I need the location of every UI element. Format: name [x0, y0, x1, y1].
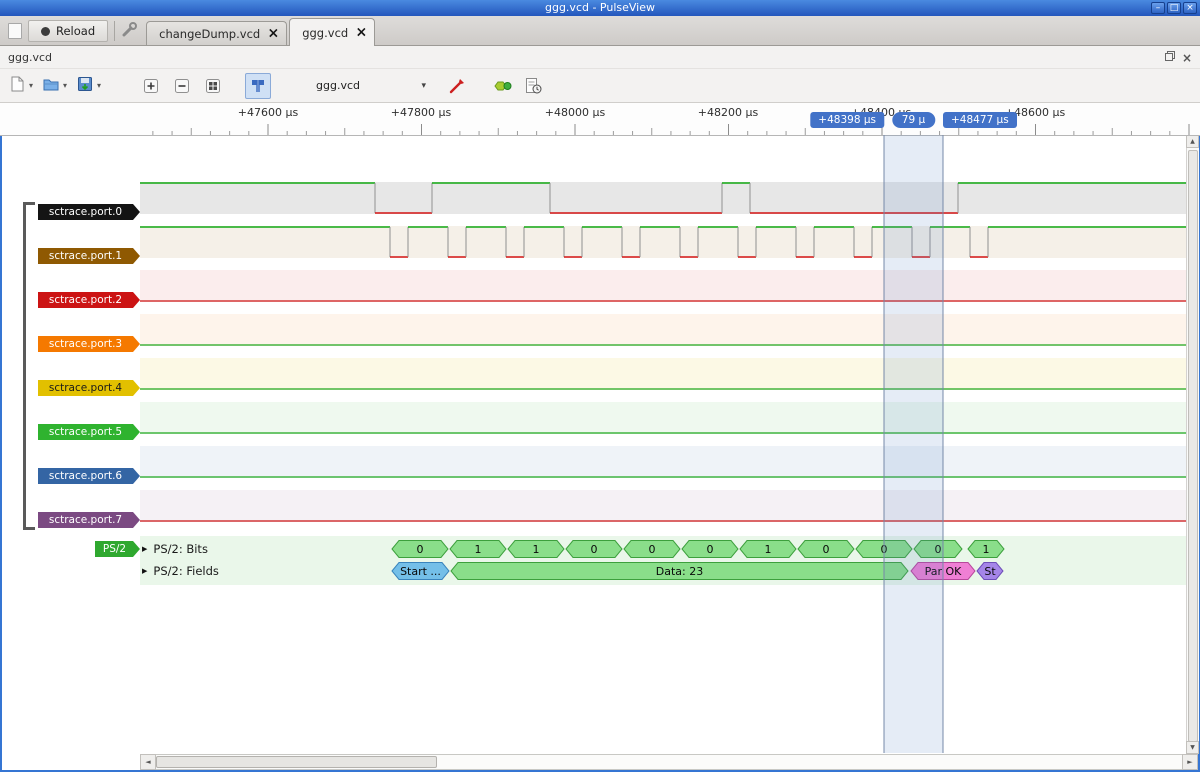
pulseview-window: ggg.vcd - PulseView – □ × Reload changeD… — [0, 0, 1200, 772]
session-file-name: ggg.vcd — [316, 79, 360, 92]
tab-bar: Reload changeDump.vcd × ggg.vcd × — [0, 16, 1200, 45]
vscrollbar-handle[interactable] — [1188, 150, 1198, 742]
reload-button[interactable]: Reload — [28, 20, 108, 42]
reload-label: Reload — [56, 24, 95, 38]
trace-view[interactable] — [140, 135, 1186, 753]
protocol-markers-button[interactable] — [520, 73, 546, 99]
cursor-duration-badge[interactable]: 79 µ — [892, 112, 935, 128]
save-file-button[interactable]: ▾ — [76, 75, 104, 96]
vscrollbar-track[interactable] — [1186, 148, 1199, 741]
chevron-down-icon[interactable]: ▾ — [94, 81, 104, 90]
chevron-down-icon: ▾ — [421, 81, 426, 91]
document-icon — [8, 23, 22, 39]
wrench-icon[interactable] — [121, 21, 138, 41]
new-session-button[interactable]: ▾ — [8, 75, 36, 96]
dock-close-icon[interactable]: × — [1182, 52, 1192, 64]
tab-strip: changeDump.vcd × ggg.vcd × — [146, 16, 377, 45]
minimize-button[interactable]: – — [1151, 2, 1165, 14]
main-toolbar: ▾ ▾ ▾ ggg.vcd ▾ — [0, 68, 1200, 103]
scroll-right-icon: ► — [1187, 758, 1192, 766]
reload-icon — [41, 27, 50, 36]
decoder-row-label: PS/2: Bits — [153, 542, 208, 556]
add-decoder-button[interactable] — [489, 73, 515, 99]
chevron-down-icon[interactable]: ▾ — [26, 81, 36, 90]
horizontal-scrollbar[interactable]: ◄ ► — [140, 754, 1198, 770]
decoder-row-PS/2: Fields[interactable]: ▶PS/2: Fields — [142, 563, 219, 579]
decoder-tag[interactable]: PS/2 — [95, 541, 140, 557]
dock-float-icon[interactable] — [1164, 50, 1176, 65]
window-controls: – □ × — [1151, 2, 1197, 14]
zoom-fit-button[interactable] — [200, 73, 226, 99]
ruler-time-label: +47600 µs — [238, 106, 298, 119]
scroll-up-button[interactable]: ▲ — [1186, 135, 1199, 148]
signal-label-sctrace.port.0[interactable]: sctrace.port.0 — [38, 204, 140, 220]
minimize-icon: – — [1156, 3, 1161, 13]
scroll-left-button[interactable]: ◄ — [140, 754, 156, 770]
signal-label-sctrace.port.5[interactable]: sctrace.port.5 — [38, 424, 140, 440]
tab-label: changeDump.vcd — [159, 27, 260, 41]
scroll-up-icon: ▲ — [1190, 138, 1195, 145]
zoom-in-button[interactable] — [138, 73, 164, 99]
scroll-left-icon: ◄ — [145, 758, 150, 766]
scroll-down-button[interactable]: ▼ — [1186, 741, 1199, 754]
expand-icon[interactable]: ▶ — [142, 567, 147, 575]
tab-changeDump.vcd[interactable]: changeDump.vcd × — [146, 21, 287, 45]
separator — [114, 21, 115, 41]
channels-button[interactable] — [444, 73, 470, 99]
open-folder-icon — [42, 75, 60, 96]
signal-label-sctrace.port.2[interactable]: sctrace.port.2 — [38, 292, 140, 308]
new-file-icon — [8, 75, 26, 96]
scroll-right-button[interactable]: ► — [1182, 754, 1198, 770]
signal-label-sctrace.port.6[interactable]: sctrace.port.6 — [38, 468, 140, 484]
session-file-combo[interactable]: ggg.vcd ▾ — [312, 74, 430, 98]
decoder-row-label: PS/2: Fields — [153, 564, 219, 578]
window-title: ggg.vcd - PulseView — [545, 0, 655, 16]
tab-close-icon[interactable]: × — [267, 26, 279, 40]
signal-label-sctrace.port.7[interactable]: sctrace.port.7 — [38, 512, 140, 528]
save-icon — [76, 75, 94, 96]
zoom-out-button[interactable] — [169, 73, 195, 99]
expand-icon[interactable]: ▶ — [142, 545, 147, 553]
tab-close-icon[interactable]: × — [355, 25, 367, 39]
decoder-row-PS/2: Bits[interactable]: ▶PS/2: Bits — [142, 541, 208, 557]
signal-label-sctrace.port.4[interactable]: sctrace.port.4 — [38, 380, 140, 396]
tab-ggg.vcd[interactable]: ggg.vcd × — [289, 18, 375, 46]
cursor-right-flag[interactable]: +48477 µs — [943, 112, 1017, 128]
scroll-down-icon: ▼ — [1190, 744, 1195, 751]
hscrollbar-track[interactable] — [156, 754, 1182, 770]
chevron-down-icon[interactable]: ▾ — [60, 81, 70, 90]
show-cursors-button[interactable] — [245, 73, 271, 99]
ruler-time-label: +48200 µs — [698, 106, 758, 119]
hscrollbar-handle[interactable] — [156, 756, 437, 768]
signal-label-sctrace.port.3[interactable]: sctrace.port.3 — [38, 336, 140, 352]
ruler-time-label: +48000 µs — [545, 106, 605, 119]
vertical-scrollbar[interactable]: ▲ ▼ — [1186, 135, 1199, 754]
tab-label: ggg.vcd — [302, 26, 348, 40]
ruler-time-label: +47800 µs — [391, 106, 451, 119]
title-bar[interactable]: ggg.vcd - PulseView – □ × — [0, 0, 1200, 16]
dock-title: ggg.vcd — [8, 51, 52, 64]
open-file-button[interactable]: ▾ — [42, 75, 70, 96]
maximize-icon: □ — [1170, 3, 1179, 13]
timeline-ruler[interactable]: +47600 µs +47800 µs +48000 µs +48200 µs +484… — [0, 103, 1200, 135]
cursor-left-flag[interactable]: +48398 µs — [810, 112, 884, 128]
dock-header: ggg.vcd × — [0, 45, 1200, 68]
close-icon: × — [1186, 3, 1194, 13]
maximize-button[interactable]: □ — [1167, 2, 1181, 14]
signal-label-sctrace.port.1[interactable]: sctrace.port.1 — [38, 248, 140, 264]
signal-group-bracket[interactable] — [23, 202, 33, 530]
close-button[interactable]: × — [1183, 2, 1197, 14]
